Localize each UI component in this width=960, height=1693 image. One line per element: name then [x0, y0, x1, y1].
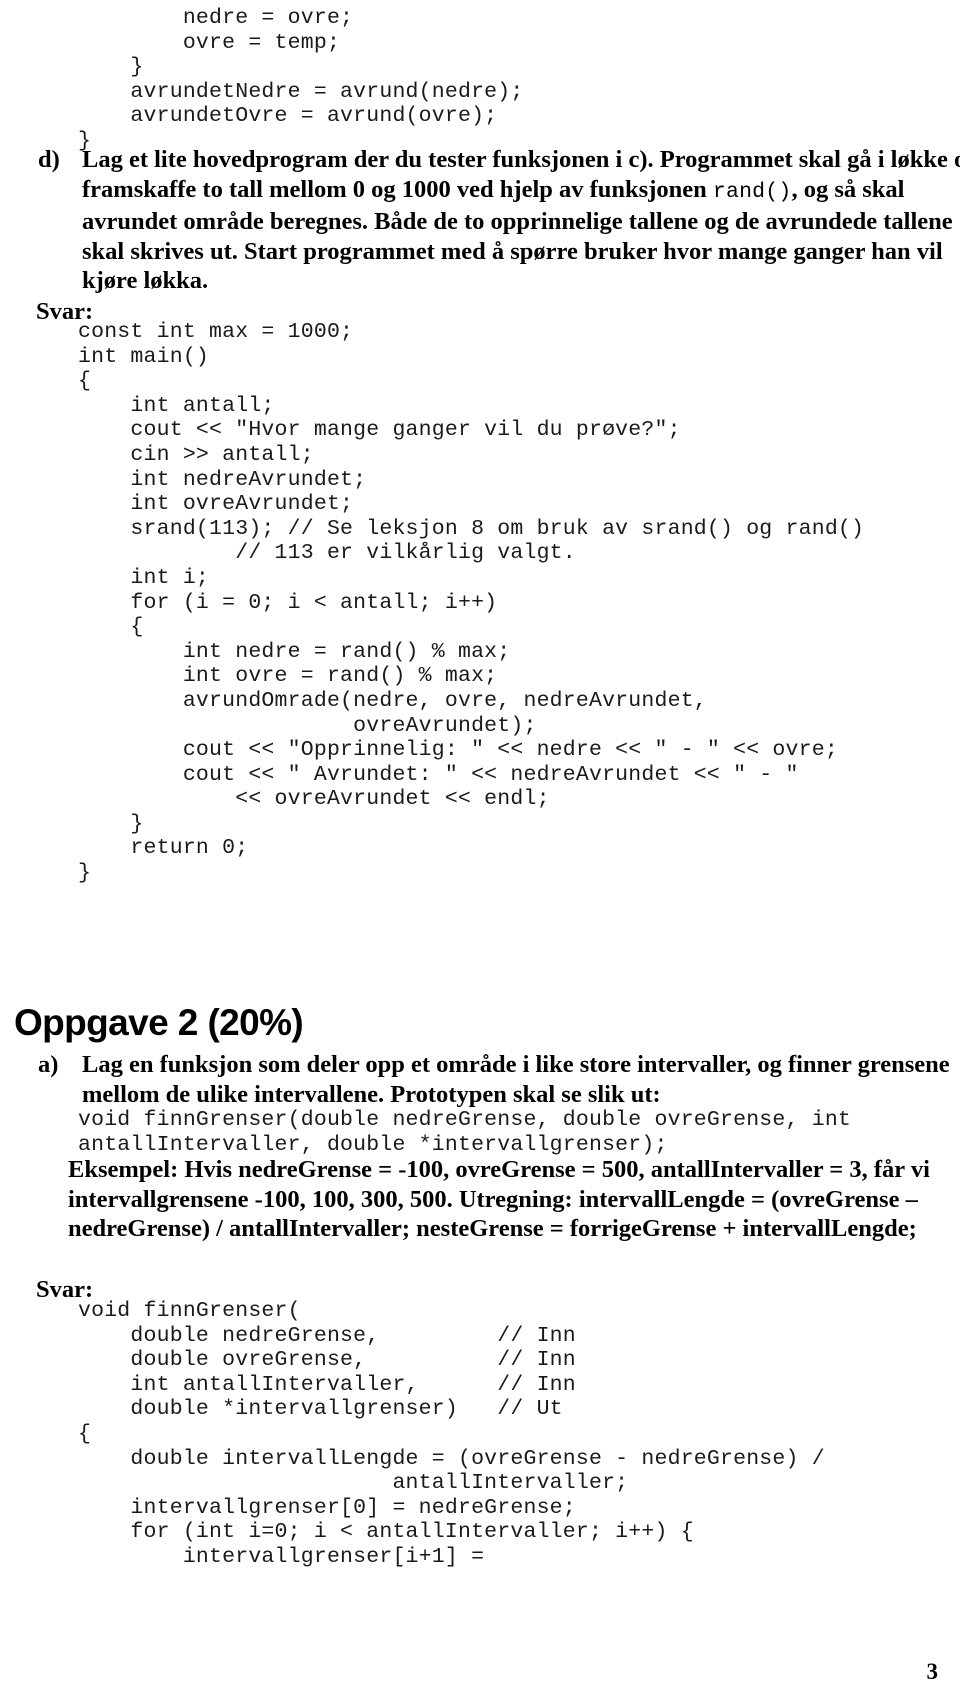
task-item-a: a) Lag en funksjon som deler opp et områd… — [30, 1050, 960, 1109]
code-block-main-program: const int max = 1000; int main() { int a… — [78, 320, 865, 886]
task-marker-d: d) — [38, 146, 60, 173]
task-item-d: d) Lag et lite hovedprogram der du tester… — [30, 145, 960, 296]
code-block-prototype-finngrenser: void finnGrenser(double nedreGrense, dou… — [78, 1108, 852, 1157]
section-heading-oppgave-2: Oppgave 2 (20%) — [14, 1002, 304, 1043]
task-marker-a: a) — [38, 1051, 59, 1078]
task-a-text: Lag en funksjon som deler opp et område … — [82, 1051, 950, 1108]
task-d-inline-code: rand() — [712, 179, 792, 204]
code-block-avrund-omrade-tail: nedre = ovre; ovre = temp; } avrundetNed… — [78, 6, 524, 153]
code-block-finngrenser-implementation: void finnGrenser( double nedreGrense, //… — [78, 1299, 825, 1569]
example-paragraph: Eksempel: Hvis nedreGrense = -100, ovreG… — [68, 1156, 930, 1242]
document-page: nedre = ovre; ovre = temp; } avrundetNed… — [0, 0, 960, 1693]
page-number: 3 — [926, 1659, 939, 1684]
